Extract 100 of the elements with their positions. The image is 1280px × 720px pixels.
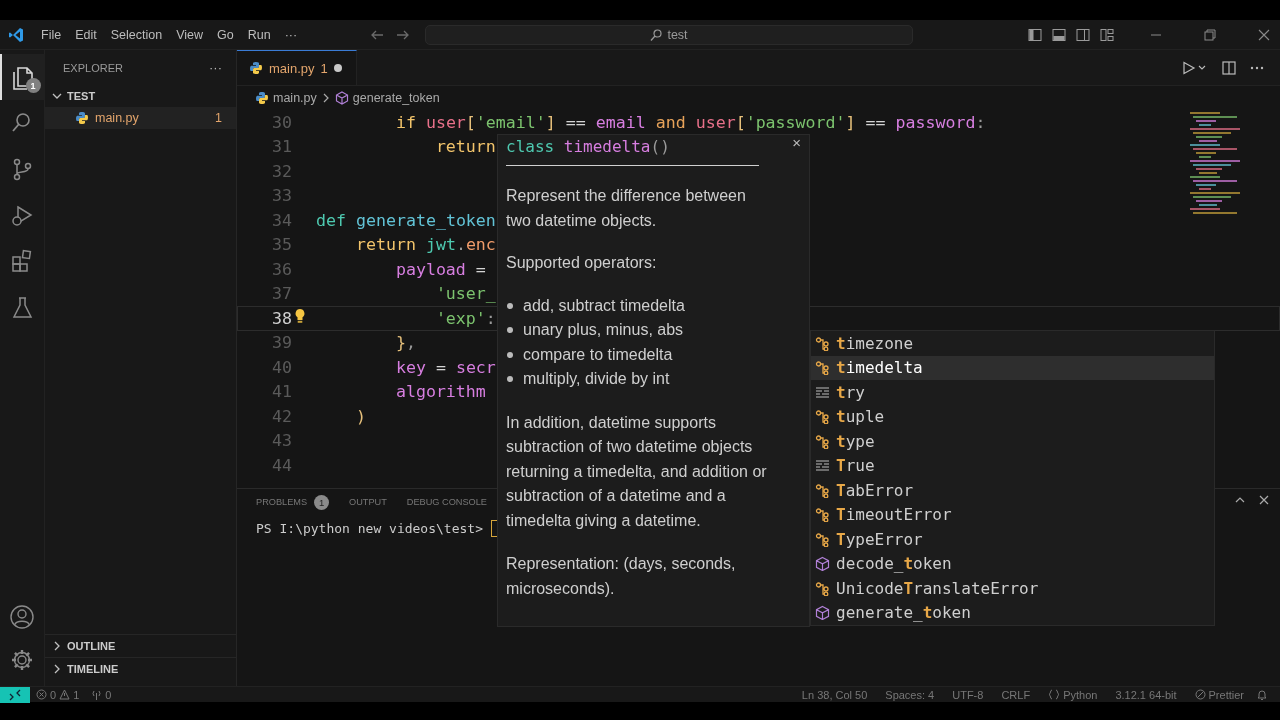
panel-tab[interactable]: DEBUG CONSOLE [406,497,487,507]
panel-layout-icon[interactable] [1052,27,1066,42]
suggestion-item[interactable]: generate_token [811,600,1214,625]
suggestion-item[interactable]: TimeoutError [811,502,1214,527]
suggestion-item[interactable]: tuple [811,404,1214,429]
hover-paragraph: Representation: (days, seconds, microseconds). [506,554,737,599]
split-editor-icon[interactable] [1222,60,1236,75]
problem-count: 1 [215,111,222,125]
app-logo [8,26,24,43]
collapsed-section-header[interactable]: TIMELINE [45,657,236,680]
menu-item[interactable]: Selection [103,24,170,45]
warning-icon [59,689,71,700]
panel-tab[interactable]: OUTPUT [349,497,387,507]
line-number: 34 [271,210,292,230]
account-icon[interactable] [9,604,35,630]
remote-icon [9,688,21,701]
language-mode[interactable]: Python [1042,688,1104,701]
prettier-status[interactable]: Prettier [1188,688,1250,701]
layout-grid-icon[interactable] [1100,27,1114,42]
code-line: return [434,137,496,157]
suggestion-item[interactable]: TypeError [811,527,1214,552]
suggestion-item[interactable]: UnicodeTranslateError [811,576,1214,601]
suggestion-item[interactable]: timezone [811,331,1214,356]
status-item[interactable]: 3.12.1 64-bit [1109,688,1183,701]
breadcrumb-item[interactable]: main.py [273,91,317,105]
suggestion-item[interactable]: timedelta [811,355,1214,380]
lightbulb-icon[interactable] [294,308,306,324]
menu-item[interactable]: File [34,24,69,45]
settings-icon[interactable] [10,648,34,672]
folder-item[interactable]: TEST [45,85,236,107]
sidebar-layout-icon[interactable] [1028,27,1042,42]
hover-description: Represent the difference between two datetime objects. [506,186,747,231]
collapsed-section-header[interactable]: OUTLINE [45,634,236,657]
antenna-icon [91,689,103,700]
error-count: 0 [50,688,57,701]
run-icon[interactable] [1182,60,1208,75]
ports-status[interactable]: 0 [85,688,118,701]
line-number: 37 [271,284,292,304]
disabled-circle-icon [1194,689,1206,700]
line-number: 35 [271,235,292,255]
secondary-sidebar-icon[interactable] [1076,27,1090,42]
line-number: 33 [271,186,292,206]
menu-item[interactable]: ··· [277,24,305,45]
restore-icon[interactable] [1204,28,1216,41]
remote-button[interactable] [0,686,30,703]
editor-tab[interactable]: main.py 1 [237,50,357,85]
close-icon[interactable] [1258,494,1270,506]
code-line: def generate_token [316,210,496,230]
command-search-field[interactable]: test [425,25,913,45]
code-line: ) [354,406,366,426]
list-item-text: add, subtract timedelta [523,295,685,316]
class-icon [815,409,830,425]
problems-status[interactable]: 0 1 [30,688,86,701]
code-line: 'exp': [434,308,496,328]
tab-label: main.py [269,60,315,76]
menu-item[interactable]: Edit [68,24,104,45]
class-icon [815,580,830,596]
suggestion-item[interactable]: True [811,453,1214,478]
keyword-icon [815,458,830,474]
menu-item[interactable]: Go [210,24,241,45]
keyword-icon [815,384,830,400]
braces-icon [1048,689,1061,700]
bell-icon[interactable] [1256,688,1268,701]
status-item[interactable]: UTF-8 [946,688,990,701]
menu-item[interactable]: Run [240,24,278,45]
class-icon [815,507,830,523]
close-button[interactable]: × [792,135,801,156]
line-number: 30 [271,112,292,132]
method-cube-icon [815,605,830,621]
menu-item[interactable]: View [169,24,210,45]
code-line: if user['email'] == email and user['password'] == password: [394,112,986,132]
suggestion-item[interactable]: TabError [811,478,1214,503]
suggestion-item[interactable]: decode_token [811,551,1214,576]
panel-tab[interactable]: PROBLEMS 1 [256,494,330,510]
python-file-icon [255,91,269,105]
code-line: algorithm [394,382,486,402]
class-icon [815,482,830,498]
line-number: 40 [271,357,292,377]
breadcrumb-item[interactable]: generate_token [352,91,440,105]
status-item[interactable]: CRLF [995,688,1037,701]
bullet-dot [507,351,513,358]
activity-bar-item[interactable]: 1 [0,54,45,100]
list-item-text: unary plus, minus, abs [523,320,684,340]
suggestion-item[interactable]: type [811,429,1214,454]
status-item[interactable]: Ln 38, Col 50 [795,688,874,701]
status-item[interactable]: Spaces: 4 [879,688,941,701]
problem-count-badge: 1 [314,494,330,510]
python-file-icon [75,111,89,125]
line-number: 38 [271,308,292,328]
error-icon [36,689,47,700]
line-number: 31 [271,137,292,157]
method-cube-icon [334,91,349,105]
suggestion-item[interactable]: try [811,380,1214,405]
line-number: 32 [271,161,292,181]
tree-item[interactable]: main.py 1 [45,107,236,129]
hover-signature: class timedelta() [506,135,759,166]
more-actions-button[interactable]: ··· [209,60,222,75]
problem-count: 1 [320,60,328,76]
close-icon[interactable] [1258,28,1270,41]
line-number: 39 [271,333,292,353]
